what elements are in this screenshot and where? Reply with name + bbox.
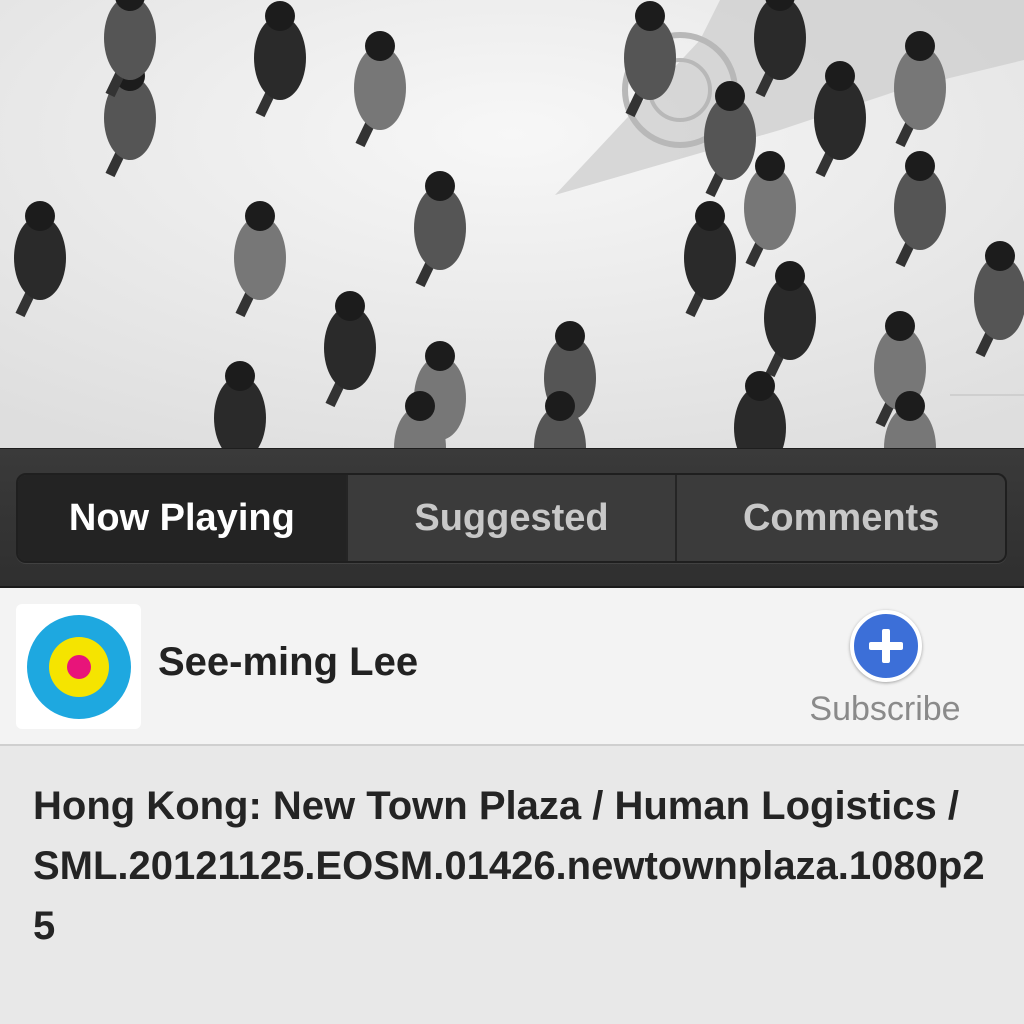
- video-title: Hong Kong: New Town Plaza / Human Logist…: [33, 784, 985, 948]
- video-player[interactable]: [0, 0, 1024, 448]
- segmented-control: Now Playing Suggested Comments: [16, 473, 1007, 563]
- channel-name[interactable]: See-ming Lee: [158, 640, 418, 685]
- plus-icon: [850, 610, 922, 682]
- tab-bar: Now Playing Suggested Comments: [0, 448, 1024, 588]
- channel-row: See-ming Lee Subscribe: [0, 588, 1024, 746]
- subscribe-label: Subscribe: [809, 690, 961, 728]
- target-logo-icon: [26, 614, 131, 719]
- tab-suggested[interactable]: Suggested: [345, 475, 676, 561]
- avatar[interactable]: [16, 604, 141, 729]
- tab-comments[interactable]: Comments: [675, 475, 1005, 561]
- tab-now-playing[interactable]: Now Playing: [18, 475, 346, 561]
- subscribe-button[interactable]: Subscribe: [790, 606, 980, 731]
- video-frame: [0, 0, 1024, 448]
